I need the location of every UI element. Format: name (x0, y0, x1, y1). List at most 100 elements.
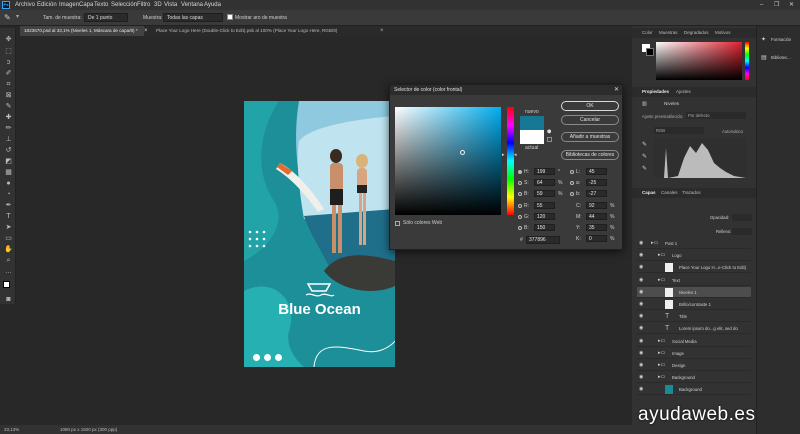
panel-background-swatch[interactable] (646, 48, 654, 56)
quick-select-tool-icon[interactable]: ✐ (4, 70, 13, 78)
tab-canales[interactable]: Canales (661, 188, 678, 198)
auto-button[interactable]: Automático (722, 129, 743, 134)
tab-close-icon[interactable]: × (144, 26, 148, 36)
dialog-close-icon[interactable]: ✕ (614, 86, 619, 93)
close-window-button[interactable]: ✕ (789, 0, 794, 10)
sample-select[interactable]: Todas las capas (163, 13, 223, 22)
dodge-tool-icon[interactable]: ◔ (4, 191, 13, 199)
show-ring-checkbox[interactable] (227, 14, 233, 20)
tab-document-2[interactable]: Place Your Logo Here (Double-Click to Ed… (152, 26, 380, 36)
eyedropper-black-icon[interactable]: ✎ (642, 141, 647, 148)
tab-muestras[interactable]: Muestras (659, 28, 678, 38)
channel-select[interactable]: RGB (654, 127, 704, 134)
clone-stamp-tool-icon[interactable]: ⊥ (4, 136, 13, 144)
folder-icon[interactable]: ▸▭ (658, 275, 665, 286)
libraries-icon[interactable]: ▤ (761, 54, 767, 61)
shape-tool-icon[interactable]: ▭ (4, 235, 13, 243)
layer-row[interactable]: ◉ ▸▭ Social Media (637, 336, 751, 347)
layer-row[interactable]: ◉ ▸▭ Image (637, 348, 751, 359)
web-color-icon[interactable] (547, 137, 552, 142)
sample-size-select[interactable]: De 1 punto (84, 13, 128, 22)
layer-row[interactable]: ◉ T Title (637, 311, 751, 323)
visibility-eye-icon[interactable]: ◉ (639, 348, 643, 359)
layer-row[interactable]: ◉ Brillo/contraste 1 (637, 299, 751, 310)
color-field[interactable] (656, 42, 742, 80)
c-field[interactable]: C: 92% (570, 202, 620, 210)
cancel-button[interactable]: Cancelar (561, 115, 619, 125)
zoom-tool-icon[interactable]: ⌕ (4, 257, 13, 265)
fill-field[interactable] (732, 228, 752, 235)
menu-archivo[interactable]: Archivo (15, 0, 35, 10)
tab-close-icon[interactable]: × (380, 26, 384, 36)
menu-vista[interactable]: Vista (164, 0, 177, 10)
menu-imagen[interactable]: Imagen (59, 0, 79, 10)
path-select-tool-icon[interactable]: ➤ (4, 224, 13, 232)
menu-texto[interactable]: Texto (94, 0, 108, 10)
layer-row[interactable]: ◉ ▸▭ Background (637, 372, 751, 384)
menu-3d[interactable]: 3D (154, 0, 162, 10)
folder-icon[interactable]: ▸▭ (658, 336, 665, 347)
minimize-button[interactable]: – (760, 0, 763, 10)
marquee-tool-icon[interactable]: ⬚ (4, 48, 13, 56)
b-lab-field[interactable]: b: -27 (570, 190, 620, 198)
visibility-eye-icon[interactable]: ◉ (639, 275, 643, 286)
tab-ajustes[interactable]: Ajustes (676, 87, 691, 97)
document-canvas[interactable]: Blue Ocean (244, 101, 395, 367)
visibility-eye-icon[interactable]: ◉ (639, 311, 643, 322)
hand-tool-icon[interactable]: ✋ (4, 246, 13, 254)
visibility-eye-icon[interactable]: ◉ (639, 262, 643, 273)
h-field[interactable]: H: 199 ° (518, 168, 563, 176)
visibility-eye-icon[interactable]: ◉ (639, 336, 643, 347)
frame-tool-icon[interactable]: ⊠ (4, 92, 13, 100)
folder-icon[interactable]: ▸▭ (658, 348, 665, 359)
k-field[interactable]: K: 0% (570, 235, 620, 243)
lasso-tool-icon[interactable]: ↄ (4, 59, 13, 67)
maximize-button[interactable]: ❐ (774, 0, 779, 10)
r-field[interactable]: R: 55 (518, 202, 563, 210)
foreground-color-swatch[interactable] (3, 281, 10, 288)
folder-icon[interactable]: ▸▭ (658, 360, 665, 371)
tab-motivos[interactable]: Motivos (715, 28, 731, 38)
cube-icon[interactable]: ⬢ (547, 129, 551, 135)
tab-color[interactable]: Color (642, 28, 653, 38)
m-field[interactable]: M: 44% (570, 213, 620, 221)
type-tool-icon[interactable]: T (4, 213, 13, 221)
visibility-eye-icon[interactable]: ◉ (639, 250, 643, 261)
color-libraries-button[interactable]: Bibliotecas de colores (561, 150, 619, 160)
brush-tool-icon[interactable]: ✏ (4, 125, 13, 133)
opacity-field[interactable] (732, 214, 752, 221)
layer-row[interactable]: ◉ ▸▭ Logo (637, 250, 751, 262)
eyedropper-gray-icon[interactable]: ✎ (642, 153, 647, 160)
menu-edicion[interactable]: Edición (37, 0, 57, 10)
visibility-eye-icon[interactable]: ◉ (639, 323, 643, 334)
visibility-eye-icon[interactable]: ◉ (639, 360, 643, 371)
pen-tool-icon[interactable]: ✒ (4, 202, 13, 210)
tab-capas[interactable]: Capas (642, 188, 656, 198)
l-field[interactable]: L: 45 (570, 168, 620, 176)
side-item-formacion[interactable]: Formación (771, 37, 791, 42)
color-picker-cursor[interactable] (460, 150, 465, 155)
tab-propiedades[interactable]: Propiedades (642, 87, 669, 97)
hue-slider-handle-icon[interactable]: ▸ (502, 152, 505, 158)
visibility-eye-icon[interactable]: ◉ (639, 299, 643, 310)
move-tool-icon[interactable]: ✥ (4, 36, 13, 44)
web-only-checkbox[interactable] (395, 221, 400, 226)
eraser-tool-icon[interactable]: ◩ (4, 158, 13, 166)
visibility-eye-icon[interactable]: ◉ (639, 384, 643, 395)
learn-icon[interactable]: ✦ (761, 36, 766, 43)
healing-brush-tool-icon[interactable]: ✚ (4, 114, 13, 122)
layer-row[interactable]: ◉ Place Your Logo H...e-Click to Edit) (637, 262, 751, 274)
visibility-eye-icon[interactable]: ◉ (639, 372, 643, 383)
layer-row[interactable]: ◉ Background (637, 384, 751, 396)
menu-ventana[interactable]: Ventana (181, 0, 203, 10)
blue-field[interactable]: B: 150 (518, 224, 563, 232)
eyedropper-tool-icon[interactable]: ✎ (4, 103, 13, 111)
eyedropper-white-icon[interactable]: ✎ (642, 165, 647, 172)
eyedropper-tool-icon[interactable]: ✎ (4, 13, 11, 22)
hue-slider[interactable] (507, 107, 514, 215)
ok-button[interactable]: OK (561, 101, 619, 111)
tab-trazados[interactable]: Trazados (682, 188, 701, 198)
menu-seleccion[interactable]: Selección (111, 0, 137, 10)
history-brush-tool-icon[interactable]: ↺ (4, 147, 13, 155)
chevron-down-icon[interactable]: ▾ (16, 13, 19, 20)
